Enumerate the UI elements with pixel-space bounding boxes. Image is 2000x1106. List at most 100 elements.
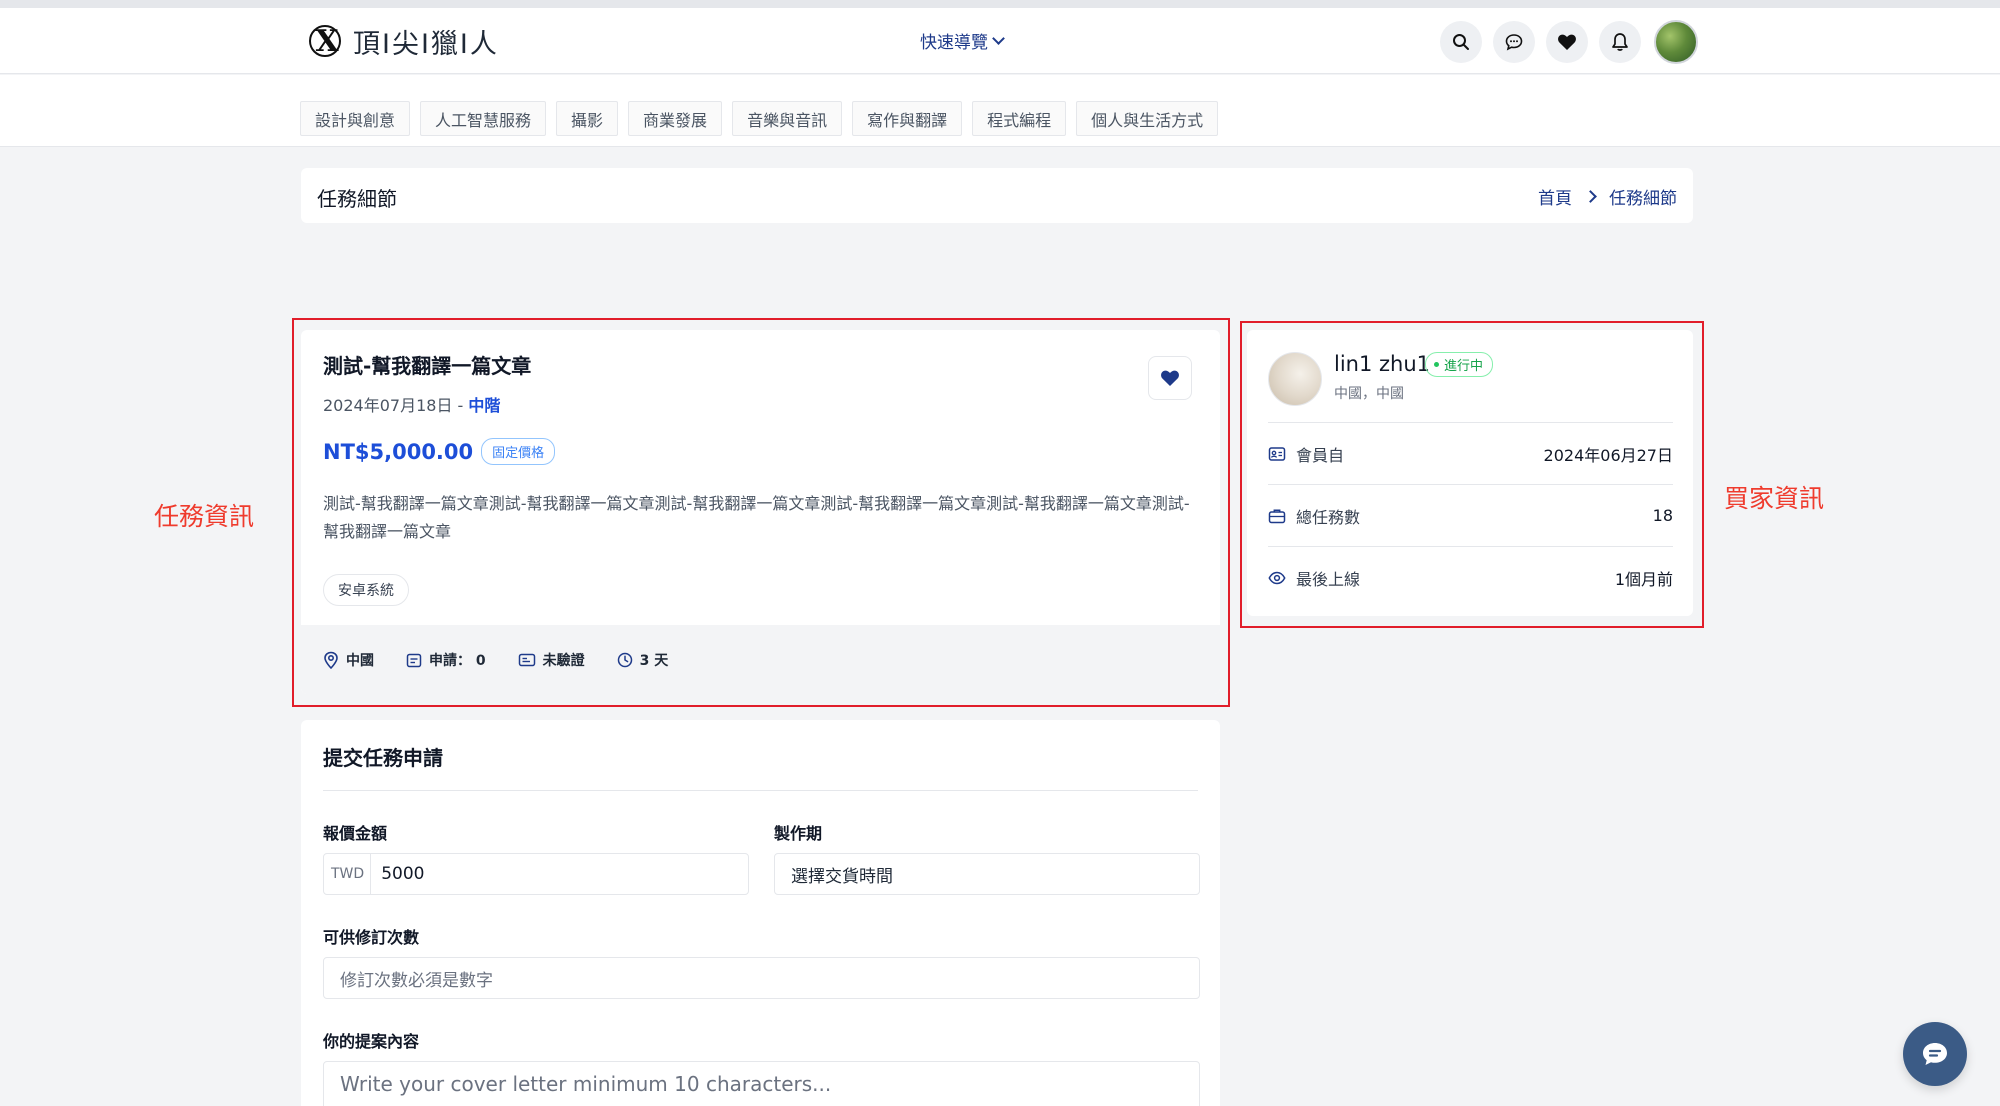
task-meta: 2024年07月18日 - 中階 xyxy=(323,392,500,416)
buyer-avatar[interactable] xyxy=(1268,352,1322,406)
task-verification-text: 未驗證 xyxy=(542,652,585,669)
top-border xyxy=(0,0,2000,8)
category-list: 設計與創意 人工智慧服務 攝影 商業發展 音樂與音訊 寫作與翻譯 程式編程 個人… xyxy=(300,101,1219,136)
task-tag[interactable]: 安卓系統 xyxy=(323,574,409,606)
buyer-last-online-row: 最後上線 1個月前 xyxy=(1268,546,1673,608)
task-duration-text: 3 天 xyxy=(639,652,669,669)
proposal-textarea[interactable]: Write your cover letter minimum 10 chara… xyxy=(323,1061,1200,1106)
last-online-label: 最後上線 xyxy=(1296,569,1361,589)
category-ai-services[interactable]: 人工智慧服務 xyxy=(420,101,547,136)
site-logo[interactable]: X 頂I尖I獵I人 xyxy=(307,23,499,60)
quote-amount-input[interactable]: TWD 5000 xyxy=(323,853,749,895)
buyer-location: 中國，中國 xyxy=(1334,386,1404,402)
chat-icon xyxy=(1505,34,1523,51)
last-online-value: 1個月前 xyxy=(1614,569,1673,589)
task-footer: 中國 申請： 0 未驗證 3 天 xyxy=(301,625,1220,694)
chat-fab-button[interactable] xyxy=(1903,1022,1967,1086)
task-duration: 3 天 xyxy=(617,650,669,670)
bell-icon xyxy=(1612,33,1628,51)
task-title: 測試-幫我翻譯一篇文章 xyxy=(323,354,532,378)
search-button[interactable] xyxy=(1440,21,1482,63)
category-writing-translation[interactable]: 寫作與翻譯 xyxy=(852,101,963,136)
delivery-label: 製作期 xyxy=(774,824,823,843)
category-photography[interactable]: 攝影 xyxy=(556,101,619,136)
currency-prefix: TWD xyxy=(324,853,372,895)
chat-bubble-icon xyxy=(1923,1043,1947,1065)
breadcrumb-current: 任務細節 xyxy=(1609,189,1677,209)
member-since-label: 會員自 xyxy=(1296,445,1345,465)
map-pin-icon xyxy=(324,651,338,669)
revisions-label: 可供修訂次數 xyxy=(323,928,420,947)
total-tasks-value: 18 xyxy=(1652,506,1673,525)
price-type-badge: 固定價格 xyxy=(481,438,556,465)
buyer-info-annotation: 買家資訊 xyxy=(1724,484,1825,513)
member-since-label-group: 會員自 xyxy=(1268,442,1344,466)
briefcase-icon xyxy=(1268,509,1286,523)
category-programming[interactable]: 程式編程 xyxy=(972,101,1067,136)
task-info-annotation: 任務資訊 xyxy=(154,502,255,531)
revisions-placeholder: 修訂次數必須是數字 xyxy=(340,970,493,991)
id-card-icon xyxy=(1268,446,1286,461)
buyer-total-tasks-row: 總任務數 18 xyxy=(1268,484,1673,546)
id-card-icon xyxy=(518,653,535,666)
category-lifestyle[interactable]: 個人與生活方式 xyxy=(1076,101,1219,136)
buyer-info-card: lin1 zhu1 進行中 中國，中國 會員自 2024年06月27日 總任務數… xyxy=(1247,330,1693,616)
clock-icon xyxy=(617,652,632,667)
quick-nav-label: 快速導覽 xyxy=(920,33,988,53)
task-location: 中國 xyxy=(323,650,374,670)
buyer-name[interactable]: lin1 zhu1 xyxy=(1334,352,1430,376)
heart-icon xyxy=(1161,370,1179,386)
task-description: 測試-幫我翻譯一篇文章測試-幫我翻譯一篇文章測試-幫我翻譯一篇文章測試-幫我翻譯… xyxy=(323,494,1190,541)
member-since-value: 2024年06月27日 xyxy=(1543,445,1673,465)
quick-nav-dropdown[interactable]: 快速導覽 xyxy=(920,28,1005,53)
user-avatar[interactable] xyxy=(1654,20,1698,64)
status-dot-icon xyxy=(1434,362,1439,367)
delivery-time-select[interactable]: 選擇交貨時間 xyxy=(774,853,1200,895)
application-form-title: 提交任務申請 xyxy=(323,746,443,770)
buyer-status-text: 進行中 xyxy=(1444,359,1484,374)
buyer-member-since-row: 會員自 2024年06月27日 xyxy=(1268,422,1673,484)
quote-label: 報價金額 xyxy=(323,824,388,843)
price-row: NT$5,000.00 固定價格 xyxy=(323,438,556,465)
category-music-audio[interactable]: 音樂與音訊 xyxy=(732,101,843,136)
eye-icon xyxy=(1268,571,1286,584)
logo-mark-icon: X xyxy=(307,23,347,59)
logo-text: 頂I尖I獵I人 xyxy=(353,28,499,60)
revisions-input[interactable]: 修訂次數必須是數字 xyxy=(323,957,1200,999)
proposal-placeholder: Write your cover letter minimum 10 chara… xyxy=(340,1072,832,1096)
calendar-icon xyxy=(406,653,422,667)
favorites-button[interactable] xyxy=(1546,21,1588,63)
quote-amount-value: 5000 xyxy=(381,864,425,884)
notifications-button[interactable] xyxy=(1599,21,1641,63)
page-header-card: 任務細節 首頁 任務細節 xyxy=(301,168,1693,223)
last-online-label-group: 最後上線 xyxy=(1268,566,1360,590)
chevron-right-icon xyxy=(1584,190,1597,203)
search-icon xyxy=(1453,34,1469,50)
total-tasks-label: 總任務數 xyxy=(1296,507,1361,527)
task-level: 中階 xyxy=(468,396,501,415)
breadcrumb-home-link[interactable]: 首頁 xyxy=(1538,184,1572,209)
heart-icon xyxy=(1558,34,1576,50)
messages-button[interactable] xyxy=(1493,21,1535,63)
task-location-text: 中國 xyxy=(346,652,374,669)
nav-icon-group xyxy=(1440,20,1698,64)
top-navbar: X 頂I尖I獵I人 快速導覽 xyxy=(0,8,2000,74)
task-applications: 申請： 0 xyxy=(406,650,486,670)
delivery-time-placeholder: 選擇交貨時間 xyxy=(791,866,893,887)
breadcrumb: 首頁 任務細節 xyxy=(1538,184,1677,209)
category-business[interactable]: 商業發展 xyxy=(628,101,723,136)
task-price: NT$5,000.00 xyxy=(323,439,474,464)
task-date: 2024年07月18日 - xyxy=(323,396,464,415)
total-tasks-label-group: 總任務數 xyxy=(1268,504,1360,528)
task-detail-card: 測試-幫我翻譯一篇文章 2024年07月18日 - 中階 NT$5,000.00… xyxy=(301,330,1220,694)
category-design[interactable]: 設計與創意 xyxy=(300,101,411,136)
divider xyxy=(323,790,1198,791)
favorite-task-button[interactable] xyxy=(1148,356,1192,400)
buyer-status-badge: 進行中 xyxy=(1425,352,1494,377)
application-form-card: 提交任務申請 報價金額 TWD 5000 製作期 選擇交貨時間 可供修訂次數 修… xyxy=(301,720,1220,1106)
task-verification: 未驗證 xyxy=(518,650,585,670)
chevron-down-icon xyxy=(992,31,1005,45)
task-applications-text: 申請： 0 xyxy=(429,652,486,669)
page-title: 任務細節 xyxy=(317,187,397,211)
proposal-label: 你的提案內容 xyxy=(323,1032,420,1051)
